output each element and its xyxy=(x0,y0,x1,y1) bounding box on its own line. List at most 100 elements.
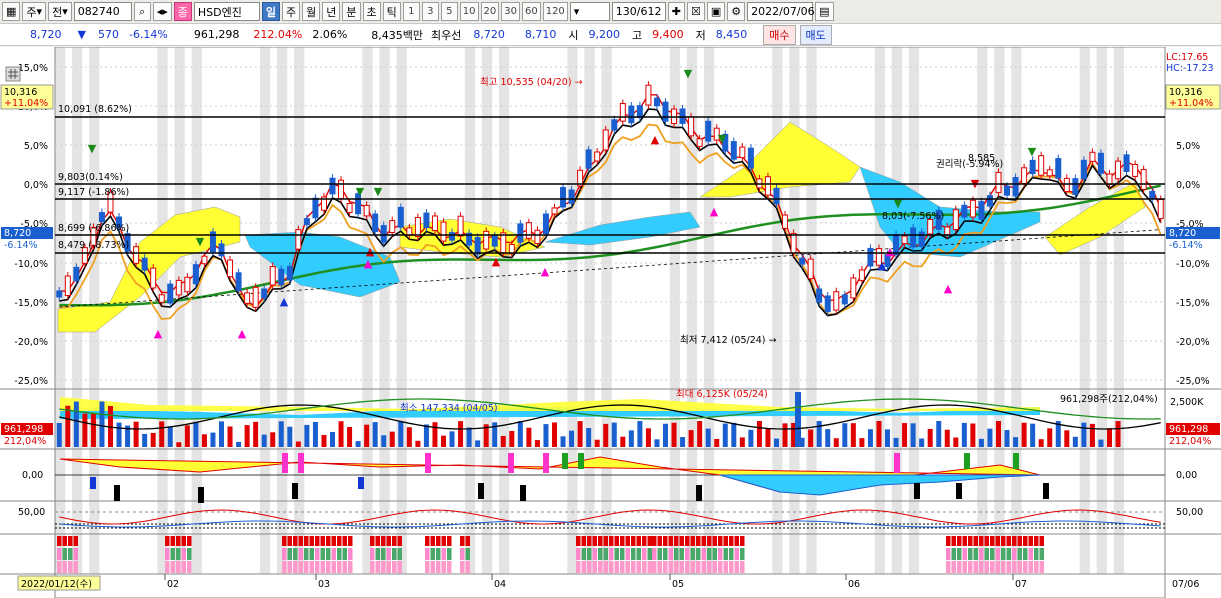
custom-interval-select[interactable]: ▾ xyxy=(569,2,610,21)
signal-block-mid xyxy=(425,548,430,560)
prev-next-icon[interactable]: ◂▸ xyxy=(152,2,172,21)
stock-chart[interactable]: ▼▼▼▼▼▼▼▼▲▲▲▲▲▲▲▲▲▲▲▼▲ 15,0%10,0%5,0%0,0%… xyxy=(0,47,1221,598)
signal-block-red xyxy=(652,536,657,546)
num-button-60[interactable]: 60 xyxy=(521,2,541,21)
signal-arrow: ▲ xyxy=(280,295,289,308)
signal-block-pink xyxy=(707,561,712,573)
macd-signal-bar xyxy=(114,485,120,501)
chart-grid-icon[interactable] xyxy=(5,66,21,82)
signal-block-red xyxy=(392,536,397,546)
stoch-50-label-right: 50,00 xyxy=(1176,507,1203,518)
settings-gear-icon[interactable]: ⚙ xyxy=(727,2,746,21)
num-button-5[interactable]: 5 xyxy=(440,2,458,21)
interval-sec-button[interactable]: 초 xyxy=(362,2,381,21)
candle-body xyxy=(449,232,456,241)
signal-block-pink xyxy=(73,561,78,573)
calendar-icon[interactable]: ▤ xyxy=(815,2,834,21)
interval-min-label: 분 xyxy=(346,5,357,19)
signal-block-pink xyxy=(165,561,170,573)
period-type-select[interactable]: 주 ▾ xyxy=(22,2,47,21)
signal-block-red xyxy=(707,536,712,546)
signal-block-pink xyxy=(701,561,706,573)
date-field[interactable]: 2022/07/06 xyxy=(747,2,815,21)
signal-block-red xyxy=(663,536,668,546)
signal-block-red xyxy=(1028,536,1033,546)
volume-bar xyxy=(150,432,156,447)
buy-button[interactable]: 매수 xyxy=(763,24,796,45)
signal-arrow: ▲ xyxy=(944,282,953,295)
signal-block-mid xyxy=(729,548,734,560)
signal-block-pink xyxy=(441,561,446,573)
signal-block-mid xyxy=(68,548,73,560)
count-field[interactable]: 130/612 xyxy=(611,2,666,21)
signal-block-mid xyxy=(979,548,984,560)
interval-min-button[interactable]: 분 xyxy=(342,2,361,21)
candle-body xyxy=(833,291,840,311)
signal-block-red xyxy=(73,536,78,546)
volume-bar xyxy=(961,422,967,447)
macd-signal-bar xyxy=(1043,483,1049,499)
volume-bar xyxy=(82,413,88,447)
num-button-120[interactable]: 120 xyxy=(542,2,568,21)
candle-body xyxy=(1080,159,1087,180)
volume-bar xyxy=(312,421,318,447)
num-button-10[interactable]: 10 xyxy=(459,2,479,21)
volume-bar xyxy=(1064,430,1070,447)
candle-body xyxy=(500,232,507,254)
chart-menu-icon[interactable]: ▦ xyxy=(2,2,21,21)
signal-arrow: ▲ xyxy=(492,255,501,268)
signal-block-mid xyxy=(170,548,175,560)
hc-label: HC:-17.23 xyxy=(1166,63,1214,74)
signal-block-red xyxy=(973,536,978,546)
signal-block-red xyxy=(962,536,967,546)
signal-block-mid xyxy=(181,548,186,560)
signal-arrow: ▼ xyxy=(356,185,365,198)
candle-body xyxy=(918,231,925,247)
signal-arrow: ▲ xyxy=(651,133,660,146)
volume-bar xyxy=(842,423,848,447)
num-button-1[interactable]: 1 xyxy=(402,2,420,21)
volume-bar xyxy=(406,427,412,447)
candle-body xyxy=(1046,169,1053,177)
candle-body xyxy=(602,129,609,151)
volume-bar xyxy=(816,421,822,447)
volume-bar xyxy=(1038,439,1044,447)
stock-name-field[interactable]: HSD엔진 xyxy=(193,2,260,21)
candle-body xyxy=(431,215,438,231)
volume-bar xyxy=(628,430,634,447)
interval-tick-button[interactable]: 틱 xyxy=(382,2,401,21)
signal-block-pink xyxy=(309,561,314,573)
interval-year-button[interactable]: 년 xyxy=(322,2,341,21)
volume-bar xyxy=(756,421,762,447)
candle-body xyxy=(235,272,242,291)
tools-icon[interactable]: ✚ xyxy=(667,2,686,21)
stock-code-input[interactable]: 082740 xyxy=(73,2,132,21)
num-button-label: 10 xyxy=(462,6,476,17)
signal-block-mid xyxy=(581,548,586,560)
interval-month-button[interactable]: 월 xyxy=(302,2,321,21)
market-label: 전 xyxy=(52,5,63,19)
num-button-3[interactable]: 3 xyxy=(421,2,439,21)
volume-bar xyxy=(1004,430,1010,447)
num-button-20[interactable]: 20 xyxy=(480,2,500,21)
candle-body xyxy=(739,146,746,159)
interval-week-button[interactable]: 주 xyxy=(282,2,301,21)
toggle-icon[interactable]: ☒ xyxy=(687,2,705,21)
volume-bar xyxy=(236,441,242,447)
candle-body xyxy=(98,212,105,223)
save-icon[interactable]: ▣ xyxy=(706,2,726,21)
signal-block-pink xyxy=(642,561,647,573)
market-select[interactable]: 전 ▾ xyxy=(48,2,72,21)
candle-body xyxy=(1149,191,1156,200)
candle-body xyxy=(1012,177,1019,197)
signal-block-pink xyxy=(679,561,684,573)
num-button-30[interactable]: 30 xyxy=(501,2,520,21)
sell-button[interactable]: 매도 xyxy=(799,24,832,45)
macd-signal-bar xyxy=(696,485,702,501)
change-percent: -6.14% xyxy=(128,28,168,41)
candle-body xyxy=(730,141,737,160)
signal-block-mid xyxy=(293,548,298,560)
interval-day-button[interactable]: 일 xyxy=(261,2,281,21)
candle-body xyxy=(628,105,635,124)
search-icon[interactable]: ⌕ xyxy=(133,2,151,21)
